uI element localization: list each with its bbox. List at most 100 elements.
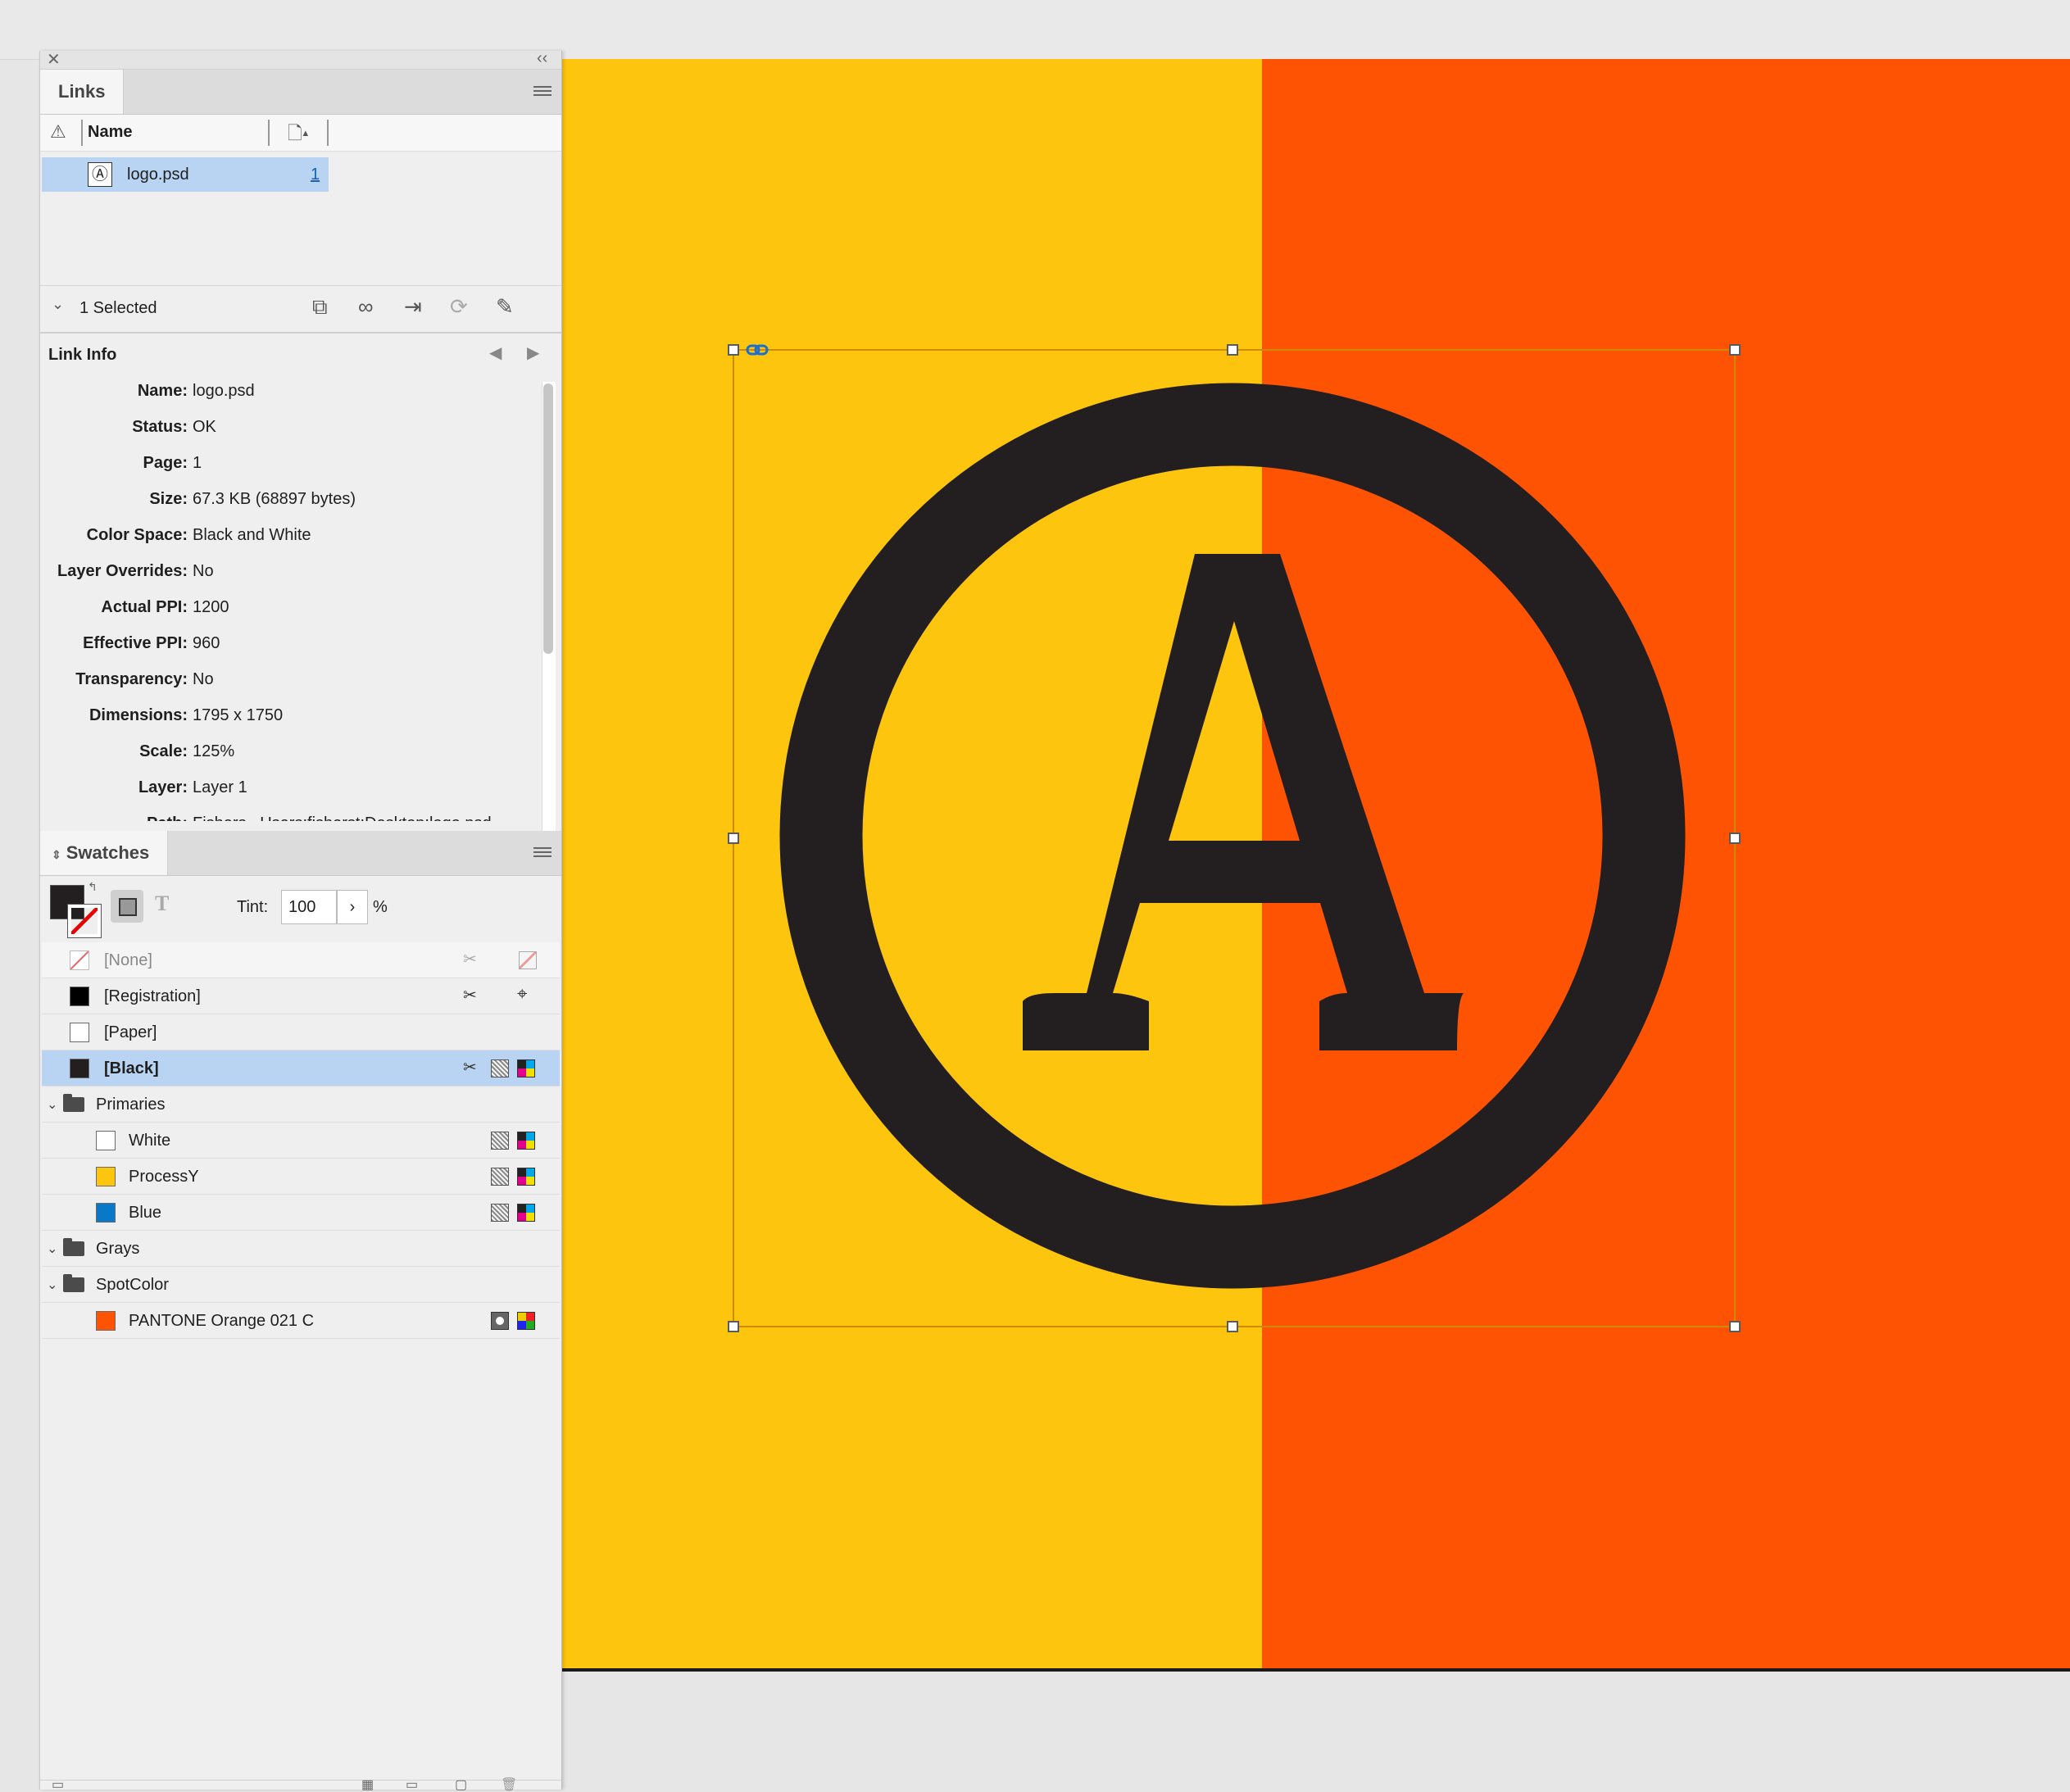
swatches-bottom-toolbar: ▭ ▦ ▭ ▢ 🗑 [40,1779,561,1792]
info-row-dimensions: Dimensions: 1795 x 1750 [89,706,284,724]
swatch-name: Blue [129,1204,162,1222]
info-row-scale: Scale: 125% [139,742,235,760]
tint-label: Tint: [237,898,269,916]
tab-swatches[interactable]: ⇕ Swatches [40,831,169,875]
none-type-icon [519,951,537,969]
process-icon [491,1204,509,1222]
info-row-name: Name: logo.psd [137,382,255,400]
link-thumbnail-icon: Ⓐ [88,162,112,187]
tab-links[interactable]: Links [40,70,125,114]
page-bottom-edge [562,1668,2070,1672]
non-editable-icon: ✂ [463,950,477,969]
trash-icon[interactable]: 🗑 [501,1779,517,1792]
links-tab-row: Links [40,70,561,115]
frame-handles[interactable] [728,344,1741,1332]
swatch-group-grays[interactable]: ⌄ Grays [42,1231,560,1267]
swatch-list: [None] ✂ [Registration] ✂ ⌖ [Paper] [Bla… [40,942,561,1790]
document-page[interactable] [562,59,2070,1670]
chevron-down-icon[interactable]: ⌄ [47,1241,57,1257]
logo-ring [779,383,1686,1289]
chevron-down-icon[interactable]: ⌄ [47,1277,57,1293]
selected-count: 1 Selected [79,299,157,317]
swatch-name: White [129,1132,171,1150]
swatch-black[interactable]: [Black] ✂ [42,1050,560,1087]
stroke-swatch[interactable] [67,904,102,938]
panel-menu-icon[interactable] [533,84,552,98]
swatch-group-spotcolor[interactable]: ⌄ SpotColor [42,1267,560,1303]
relink-icon[interactable]: ∞ [358,294,374,320]
chevron-down-icon[interactable]: ⌄ [47,1096,57,1113]
panel-header-bar[interactable]: ✕ ‹‹ [40,49,561,70]
collapse-icon[interactable]: ‹‹ [537,49,547,68]
link-row[interactable]: Ⓐ logo.psd 1 [42,157,329,192]
info-row-path: Path:Fishers...Users:fisherst:Desktop:lo… [40,806,524,821]
info-row-page: Page: 1 [143,454,202,472]
non-editable-icon: ✂ [463,1059,477,1077]
folder-icon[interactable]: ▭ [406,1779,418,1792]
swatch-group-primaries[interactable]: ⌄ Primaries [42,1087,560,1123]
process-icon [491,1059,509,1077]
tint-stepper[interactable]: › [337,890,368,924]
warning-icon[interactable]: ⚠ [50,121,66,143]
link-page-number[interactable]: 1 [311,166,320,184]
link-info-title: Link Info [48,346,117,364]
swatch-name: [Registration] [104,987,201,1005]
tint-value: 100 [288,898,316,916]
selection-frame[interactable] [733,349,1736,1327]
swatch-registration[interactable]: [Registration] ✂ ⌖ [42,978,560,1014]
swatch-pantone-orange[interactable]: PANTONE Orange 021 C [42,1303,560,1339]
container-button[interactable] [111,890,143,923]
page-column-icon[interactable]: 🗋▴ [288,120,309,151]
expand-toggle-icon[interactable]: ⇕ [52,848,61,861]
swatch-none[interactable]: [None] ✂ [42,942,560,978]
text-icon[interactable]: T [155,891,169,916]
process-icon [491,1168,509,1186]
cmyk-icon [517,1132,535,1150]
column-divider [81,120,83,146]
link-info-scroll-thumb[interactable] [543,383,553,654]
logo-letter-a [1023,554,1464,1050]
relink-cc-icon[interactable]: ⧉ [312,294,328,320]
swatch-name: PANTONE Orange 021 C [129,1312,315,1330]
column-divider [327,120,329,146]
info-row-effective-ppi: Effective PPI: 960 [83,634,220,652]
info-row-color-space: Color Space: Black and White [86,526,311,544]
next-link-icon[interactable]: ▶ [527,343,539,363]
column-name-header[interactable]: Name [88,123,132,142]
goto-link-icon[interactable]: ⇥ [404,294,422,320]
chevron-down-icon[interactable]: ⌄ [52,296,64,313]
swatch-paper[interactable]: [Paper] [42,1014,560,1050]
edit-original-icon[interactable]: ✎ [496,294,514,320]
info-row-status: Status: OK [132,418,216,436]
group-name: SpotColor [96,1276,169,1294]
prev-link-icon[interactable]: ◀ [489,343,502,363]
tint-input[interactable]: 100 [281,890,337,924]
swatch-processy[interactable]: ProcessY [42,1159,560,1195]
cmyk-icon [517,1168,535,1186]
cmyk-icon [517,1059,535,1077]
tint-unit: % [373,898,388,916]
logo-graphic[interactable] [562,59,2070,1670]
column-divider [268,120,270,146]
new-group-icon[interactable]: ▦ [361,1779,374,1792]
link-info-header: Link Info ◀ ▶ [40,334,561,374]
cmyk-icon [517,1204,535,1222]
panel-menu-icon[interactable] [533,846,552,859]
new-swatch-icon[interactable]: ▢ [455,1779,467,1792]
swap-icon[interactable]: ↰ [88,880,98,894]
swatch-name: [None] [104,951,152,969]
update-link-icon[interactable]: ⟳ [450,294,468,320]
swatch-blue[interactable]: Blue [42,1195,560,1231]
show-all-icon[interactable]: ▭ [52,1779,64,1792]
swatch-white[interactable]: White [42,1123,560,1159]
swatch-controls: ↰ T Tint: 100 › % [40,877,561,942]
swatch-name: [Paper] [104,1023,157,1041]
info-row-size: Size: 67.3 KB (68897 bytes) [149,490,356,508]
swatches-tab-label: Swatches [66,842,150,863]
folder-icon [63,1274,84,1292]
non-editable-icon: ✂ [463,987,477,1005]
info-row-transparency: Transparency: No [75,670,214,688]
folder-icon [63,1238,84,1256]
swatch-name: [Black] [104,1059,159,1077]
close-icon[interactable]: ✕ [47,49,61,70]
